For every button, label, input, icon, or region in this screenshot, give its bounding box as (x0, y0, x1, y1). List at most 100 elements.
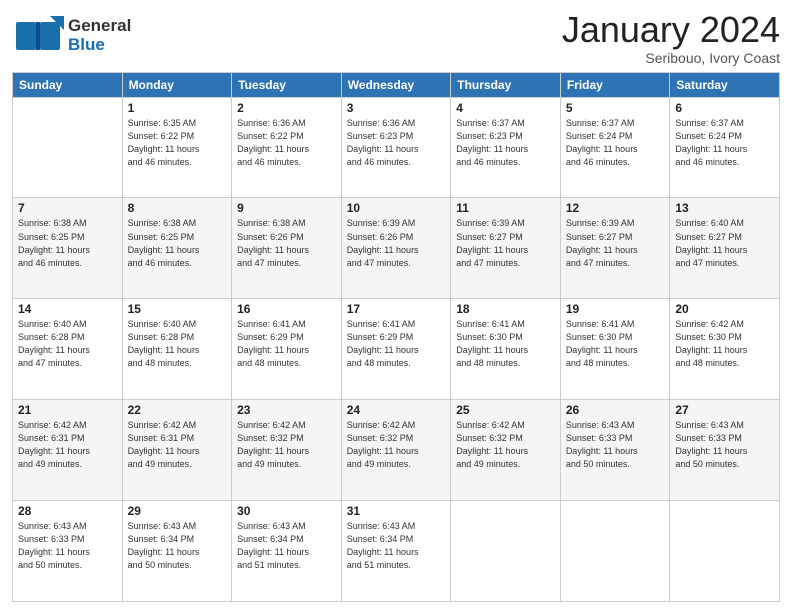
table-row: 6 Sunrise: 6:37 AMSunset: 6:24 PMDaylight… (670, 97, 780, 198)
day-number: 20 (675, 302, 774, 316)
day-info: Sunrise: 6:42 AMSunset: 6:31 PMDaylight:… (128, 419, 227, 471)
day-info: Sunrise: 6:36 AMSunset: 6:23 PMDaylight:… (347, 117, 446, 169)
month-title: January 2024 (562, 10, 780, 50)
day-info: Sunrise: 6:41 AMSunset: 6:30 PMDaylight:… (566, 318, 665, 370)
weekday-header-row: Sunday Monday Tuesday Wednesday Thursday… (13, 72, 780, 97)
header-friday: Friday (560, 72, 670, 97)
table-row: 18 Sunrise: 6:41 AMSunset: 6:30 PMDayligh… (451, 299, 561, 400)
day-info: Sunrise: 6:35 AMSunset: 6:22 PMDaylight:… (128, 117, 227, 169)
table-row: 3 Sunrise: 6:36 AMSunset: 6:23 PMDaylight… (341, 97, 451, 198)
calendar-week-row: 28Sunrise: 6:43 AMSunset: 6:33 PMDayligh… (13, 501, 780, 602)
day-info: Sunrise: 6:42 AMSunset: 6:32 PMDaylight:… (347, 419, 446, 471)
day-info: Sunrise: 6:43 AMSunset: 6:34 PMDaylight:… (347, 520, 446, 572)
table-row: 27 Sunrise: 6:43 AMSunset: 6:33 PMDayligh… (670, 400, 780, 501)
table-row: 11Sunrise: 6:39 AMSunset: 6:27 PMDayligh… (451, 198, 561, 299)
table-row: 2Sunrise: 6:36 AMSunset: 6:22 PMDaylight… (232, 97, 342, 198)
day-info: Sunrise: 6:43 AMSunset: 6:33 PMDaylight:… (18, 520, 117, 572)
calendar-week-row: 7 Sunrise: 6:38 AMSunset: 6:25 PMDaylight… (13, 198, 780, 299)
day-number: 29 (128, 504, 227, 518)
location-subtitle: Seribouo, Ivory Coast (562, 50, 780, 66)
day-number: 12 (566, 201, 665, 215)
table-row: 16Sunrise: 6:41 AMSunset: 6:29 PMDayligh… (232, 299, 342, 400)
table-row (13, 97, 123, 198)
table-row (560, 501, 670, 602)
table-row: 19Sunrise: 6:41 AMSunset: 6:30 PMDayligh… (560, 299, 670, 400)
table-row: 9 Sunrise: 6:38 AMSunset: 6:26 PMDaylight… (232, 198, 342, 299)
day-info: Sunrise: 6:38 AMSunset: 6:26 PMDaylight:… (237, 217, 336, 269)
day-info: Sunrise: 6:37 AMSunset: 6:24 PMDaylight:… (566, 117, 665, 169)
day-number: 27 (675, 403, 774, 417)
day-info: Sunrise: 6:38 AMSunset: 6:25 PMDaylight:… (128, 217, 227, 269)
table-row: 4 Sunrise: 6:37 AMSunset: 6:23 PMDaylight… (451, 97, 561, 198)
logo-icon (12, 14, 64, 58)
calendar-week-row: 14 Sunrise: 6:40 AMSunset: 6:28 PMDayligh… (13, 299, 780, 400)
table-row: 28Sunrise: 6:43 AMSunset: 6:33 PMDayligh… (13, 501, 123, 602)
day-info: Sunrise: 6:41 AMSunset: 6:30 PMDaylight:… (456, 318, 555, 370)
page: General Blue January 2024 Seribouo, Ivor… (0, 0, 792, 612)
table-row: 20 Sunrise: 6:42 AMSunset: 6:30 PMDayligh… (670, 299, 780, 400)
day-number: 14 (18, 302, 117, 316)
day-number: 24 (347, 403, 446, 417)
day-info: Sunrise: 6:43 AMSunset: 6:33 PMDaylight:… (566, 419, 665, 471)
header-tuesday: Tuesday (232, 72, 342, 97)
day-info: Sunrise: 6:43 AMSunset: 6:33 PMDaylight:… (675, 419, 774, 471)
day-number: 23 (237, 403, 336, 417)
day-number: 9 (237, 201, 336, 215)
day-info: Sunrise: 6:38 AMSunset: 6:25 PMDaylight:… (18, 217, 117, 269)
day-number: 26 (566, 403, 665, 417)
day-number: 10 (347, 201, 446, 215)
day-number: 6 (675, 101, 774, 115)
day-number: 11 (456, 201, 555, 215)
day-number: 15 (128, 302, 227, 316)
day-info: Sunrise: 6:37 AMSunset: 6:24 PMDaylight:… (675, 117, 774, 169)
day-number: 3 (347, 101, 446, 115)
logo-general-text: General (68, 17, 131, 36)
table-row: 17 Sunrise: 6:41 AMSunset: 6:29 PMDayligh… (341, 299, 451, 400)
table-row: 23 Sunrise: 6:42 AMSunset: 6:32 PMDayligh… (232, 400, 342, 501)
header-wednesday: Wednesday (341, 72, 451, 97)
day-number: 22 (128, 403, 227, 417)
table-row: 30 Sunrise: 6:43 AMSunset: 6:34 PMDayligh… (232, 501, 342, 602)
day-info: Sunrise: 6:39 AMSunset: 6:26 PMDaylight:… (347, 217, 446, 269)
table-row: 14Sunrise: 6:40 AMSunset: 6:28 PMDayligh… (13, 299, 123, 400)
calendar-week-row: 1 Sunrise: 6:35 AMSunset: 6:22 PMDaylight… (13, 97, 780, 198)
table-row: 26 Sunrise: 6:43 AMSunset: 6:33 PMDayligh… (560, 400, 670, 501)
header-saturday: Saturday (670, 72, 780, 97)
day-info: Sunrise: 6:42 AMSunset: 6:32 PMDaylight:… (237, 419, 336, 471)
day-number: 8 (128, 201, 227, 215)
day-info: Sunrise: 6:37 AMSunset: 6:23 PMDaylight:… (456, 117, 555, 169)
table-row: 22 Sunrise: 6:42 AMSunset: 6:31 PMDayligh… (122, 400, 232, 501)
day-info: Sunrise: 6:43 AMSunset: 6:34 PMDaylight:… (128, 520, 227, 572)
day-number: 18 (456, 302, 555, 316)
calendar-week-row: 21Sunrise: 6:42 AMSunset: 6:31 PMDayligh… (13, 400, 780, 501)
day-number: 5 (566, 101, 665, 115)
day-number: 30 (237, 504, 336, 518)
day-info: Sunrise: 6:43 AMSunset: 6:34 PMDaylight:… (237, 520, 336, 572)
table-row: 29 Sunrise: 6:43 AMSunset: 6:34 PMDayligh… (122, 501, 232, 602)
day-number: 31 (347, 504, 446, 518)
day-info: Sunrise: 6:41 AMSunset: 6:29 PMDaylight:… (347, 318, 446, 370)
header-sunday: Sunday (13, 72, 123, 97)
day-info: Sunrise: 6:36 AMSunset: 6:22 PMDaylight:… (237, 117, 336, 169)
header-monday: Monday (122, 72, 232, 97)
header: General Blue January 2024 Seribouo, Ivor… (12, 10, 780, 66)
day-info: Sunrise: 6:41 AMSunset: 6:29 PMDaylight:… (237, 318, 336, 370)
day-number: 13 (675, 201, 774, 215)
day-number: 25 (456, 403, 555, 417)
day-info: Sunrise: 6:40 AMSunset: 6:28 PMDaylight:… (128, 318, 227, 370)
table-row: 10 Sunrise: 6:39 AMSunset: 6:26 PMDayligh… (341, 198, 451, 299)
day-number: 1 (128, 101, 227, 115)
table-row: 31 Sunrise: 6:43 AMSunset: 6:34 PMDayligh… (341, 501, 451, 602)
table-row: 21Sunrise: 6:42 AMSunset: 6:31 PMDayligh… (13, 400, 123, 501)
day-number: 17 (347, 302, 446, 316)
table-row: 15 Sunrise: 6:40 AMSunset: 6:28 PMDayligh… (122, 299, 232, 400)
table-row: 24 Sunrise: 6:42 AMSunset: 6:32 PMDayligh… (341, 400, 451, 501)
day-number: 7 (18, 201, 117, 215)
day-info: Sunrise: 6:42 AMSunset: 6:30 PMDaylight:… (675, 318, 774, 370)
day-info: Sunrise: 6:42 AMSunset: 6:32 PMDaylight:… (456, 419, 555, 471)
table-row: 12Sunrise: 6:39 AMSunset: 6:27 PMDayligh… (560, 198, 670, 299)
table-row: 5 Sunrise: 6:37 AMSunset: 6:24 PMDaylight… (560, 97, 670, 198)
logo-blue-text: Blue (68, 36, 131, 55)
day-number: 4 (456, 101, 555, 115)
table-row (451, 501, 561, 602)
